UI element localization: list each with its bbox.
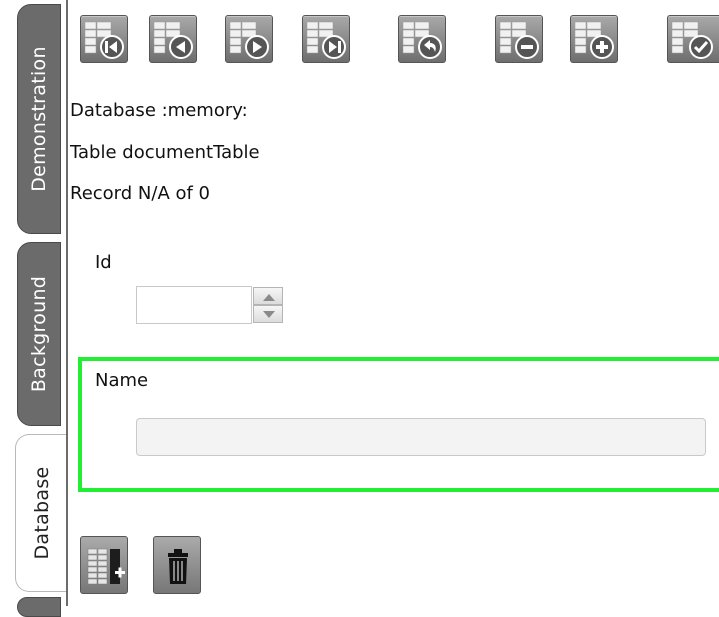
tab-more[interactable] [17, 597, 61, 617]
id-label: Id [95, 252, 112, 273]
tab-demonstration[interactable]: Demonstration [17, 4, 61, 234]
add-record-button[interactable] [570, 15, 618, 63]
previous-record-icon [153, 21, 193, 59]
database-info: Database :memory: [70, 100, 248, 121]
tab-database-label: Database [30, 466, 53, 560]
delete-button[interactable] [153, 536, 201, 594]
record-info: Record N/A of 0 [70, 183, 211, 204]
undo-record-button[interactable] [398, 15, 446, 63]
tab-divider [66, 0, 68, 606]
add-record-icon [574, 21, 614, 59]
vertical-tab-strip: Demonstration Background Database [0, 0, 67, 617]
tab-background[interactable]: Background [17, 242, 61, 426]
tab-background-label: Background [28, 275, 50, 393]
next-record-icon [229, 21, 269, 59]
previous-record-button[interactable] [149, 15, 197, 63]
id-increment-button[interactable] [253, 287, 283, 305]
delete-record-icon [499, 21, 539, 59]
add-column-icon [87, 548, 125, 585]
tab-database[interactable]: Database [15, 434, 67, 592]
spin-up-icon [263, 294, 275, 301]
table-info: Table documentTable [70, 142, 260, 163]
trash-icon [168, 549, 188, 584]
first-record-button[interactable] [80, 15, 128, 63]
id-spin-input[interactable] [136, 286, 252, 324]
commit-record-icon [671, 21, 713, 59]
name-input[interactable] [136, 418, 706, 456]
name-label: Name [95, 370, 149, 391]
tab-demonstration-label: Demonstration [28, 46, 50, 192]
spin-down-icon [263, 311, 275, 318]
add-column-button[interactable] [80, 536, 128, 594]
delete-record-button[interactable] [495, 15, 543, 63]
commit-record-button[interactable] [667, 15, 719, 63]
undo-record-icon [402, 21, 442, 59]
next-record-button[interactable] [225, 15, 273, 63]
last-record-button[interactable] [302, 15, 350, 63]
id-decrement-button[interactable] [253, 305, 283, 323]
last-record-icon [306, 21, 346, 59]
first-record-icon [84, 21, 124, 59]
